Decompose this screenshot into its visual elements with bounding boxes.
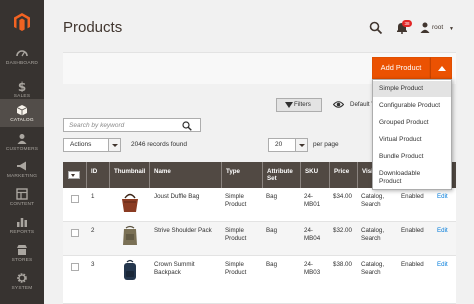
cell-visibility: Catalog, Search bbox=[361, 193, 385, 208]
sidebar-item-label: SYSTEM bbox=[11, 286, 33, 291]
cell-price: $34.00 bbox=[333, 193, 352, 200]
sidebar-item-label: CONTENT bbox=[9, 202, 35, 207]
add-product-toggle[interactable] bbox=[430, 57, 452, 79]
sidebar-item-dashboard[interactable]: DASHBOARD bbox=[0, 42, 44, 75]
table-row[interactable]: 3 Crown Summit Backpack Simple Product B… bbox=[63, 256, 456, 304]
menu-item-downloadable-product[interactable]: Downloadable Product bbox=[373, 166, 433, 190]
gear-icon bbox=[17, 273, 27, 283]
column-header-id[interactable]: ID bbox=[86, 162, 109, 188]
add-product-button[interactable]: Add Product bbox=[372, 57, 430, 79]
chevron-up-icon bbox=[438, 66, 446, 71]
chevron-down-icon bbox=[108, 139, 120, 151]
users-icon bbox=[17, 134, 27, 144]
sidebar-item-label: STORES bbox=[11, 258, 33, 263]
cell-sku: 24-MB01 bbox=[304, 193, 321, 208]
chevron-down-icon bbox=[295, 139, 307, 151]
table-row[interactable]: 2 Strive Shoulder Pack Simple Product Ba… bbox=[63, 222, 456, 256]
cell-status: Enabled bbox=[401, 261, 424, 268]
edit-link[interactable]: Edit bbox=[437, 261, 448, 269]
layout-icon bbox=[16, 188, 28, 200]
sidebar-item-label: CATALOG bbox=[10, 118, 34, 123]
funnel-icon bbox=[285, 102, 293, 108]
cell-id: 1 bbox=[91, 193, 95, 200]
dollar-icon: $ bbox=[18, 80, 26, 92]
magento-logo[interactable] bbox=[12, 12, 32, 32]
notification-badge: 38 bbox=[402, 20, 412, 27]
cell-sku: 24-MB03 bbox=[304, 261, 321, 276]
eye-icon[interactable] bbox=[333, 100, 344, 109]
cell-price: $38.00 bbox=[333, 261, 352, 268]
filters-label: Filters bbox=[294, 101, 311, 108]
cell-id: 3 bbox=[91, 261, 95, 268]
column-header-sku[interactable]: SKU bbox=[300, 162, 329, 188]
cell-status: Enabled bbox=[401, 227, 424, 234]
menu-item-virtual-product[interactable]: Virtual Product bbox=[373, 132, 451, 148]
sidebar-item-label: CUSTOMERS bbox=[5, 147, 39, 152]
store-icon bbox=[17, 245, 27, 255]
cell-price: $32.00 bbox=[333, 227, 352, 234]
megaphone-icon bbox=[17, 161, 26, 171]
row-checkbox[interactable] bbox=[71, 263, 79, 271]
sidebar-item-catalog[interactable]: CATALOG bbox=[0, 99, 44, 127]
row-checkbox[interactable] bbox=[71, 229, 79, 237]
svg-text:$: $ bbox=[18, 80, 26, 92]
cell-id: 2 bbox=[91, 227, 95, 234]
cell-type: Simple Product bbox=[225, 261, 247, 276]
cell-visibility: Catalog, Search bbox=[361, 227, 385, 242]
per-page-value: 20 bbox=[275, 141, 283, 148]
search-input[interactable] bbox=[69, 121, 179, 130]
column-select[interactable] bbox=[63, 162, 86, 188]
cell-attribute-set: Bag bbox=[266, 227, 278, 234]
menu-item-simple-product[interactable]: Simple Product bbox=[373, 81, 451, 97]
user-icon[interactable] bbox=[420, 22, 430, 33]
cell-name: Joust Duffle Bag bbox=[154, 193, 200, 200]
menu-item-configurable-product[interactable]: Configurable Product bbox=[373, 98, 451, 114]
column-header-attribute-set[interactable]: Attribute Set bbox=[262, 162, 300, 188]
cell-type: Simple Product bbox=[225, 193, 247, 208]
column-header-price[interactable]: Price bbox=[329, 162, 357, 188]
sidebar-item-label: REPORTS bbox=[9, 230, 35, 235]
sidebar-item-label: MARKETING bbox=[6, 174, 38, 179]
column-header-thumbnail[interactable]: Thumbnail bbox=[109, 162, 149, 188]
product-thumbnail-backpack bbox=[124, 259, 136, 280]
username[interactable]: root bbox=[432, 24, 443, 31]
search-icon[interactable] bbox=[369, 21, 383, 35]
edit-link[interactable]: Edit bbox=[437, 193, 448, 201]
mass-actions-select[interactable]: Actions bbox=[63, 138, 121, 152]
cell-visibility: Catalog, Search bbox=[361, 261, 385, 276]
per-page-label: per page bbox=[313, 141, 339, 148]
cell-sku: 24-MB04 bbox=[304, 227, 321, 242]
per-page-select[interactable]: 20 bbox=[268, 138, 308, 152]
cell-name: Crown Summit Backpack bbox=[154, 261, 195, 276]
column-header-name[interactable]: Name bbox=[149, 162, 221, 188]
product-thumbnail-duffle-bag bbox=[122, 193, 138, 212]
page-title: Products bbox=[63, 19, 123, 36]
menu-item-bundle-product[interactable]: Bundle Product bbox=[373, 149, 451, 165]
cell-attribute-set: Bag bbox=[266, 261, 278, 268]
cell-attribute-set: Bag bbox=[266, 193, 278, 200]
speedometer-icon bbox=[16, 50, 28, 57]
sidebar-item-system[interactable]: SYSTEM bbox=[0, 267, 44, 300]
sidebar-item-label: DASHBOARD bbox=[5, 61, 39, 66]
add-product-menu: Simple Product Configurable Product Grou… bbox=[372, 79, 452, 190]
product-thumbnail-shoulder-pack bbox=[123, 225, 137, 245]
row-checkbox[interactable] bbox=[71, 195, 79, 203]
cell-type: Simple Product bbox=[225, 227, 247, 242]
cell-status: Enabled bbox=[401, 193, 424, 200]
actions-label: Actions bbox=[70, 141, 92, 148]
menu-item-grouped-product[interactable]: Grouped Product bbox=[373, 115, 451, 131]
keyword-search bbox=[63, 118, 201, 132]
admin-sidebar: DASHBOARD $ SALES CATALOG CUSTOMERS MARK… bbox=[0, 0, 44, 304]
edit-link[interactable]: Edit bbox=[437, 227, 448, 235]
bar-chart-icon bbox=[17, 218, 27, 227]
mass-select-checkbox[interactable] bbox=[68, 171, 80, 179]
chevron-down-icon[interactable]: ▼ bbox=[449, 26, 454, 32]
filters-button[interactable]: Filters bbox=[276, 98, 322, 112]
records-count: 2046 records found bbox=[131, 141, 188, 148]
table-row[interactable]: 1 Joust Duffle Bag Simple Product Bag 24… bbox=[63, 188, 456, 222]
cell-name: Strive Shoulder Pack bbox=[154, 227, 212, 234]
column-header-type[interactable]: Type bbox=[221, 162, 262, 188]
search-icon[interactable] bbox=[182, 121, 192, 131]
cube-icon bbox=[16, 105, 28, 116]
